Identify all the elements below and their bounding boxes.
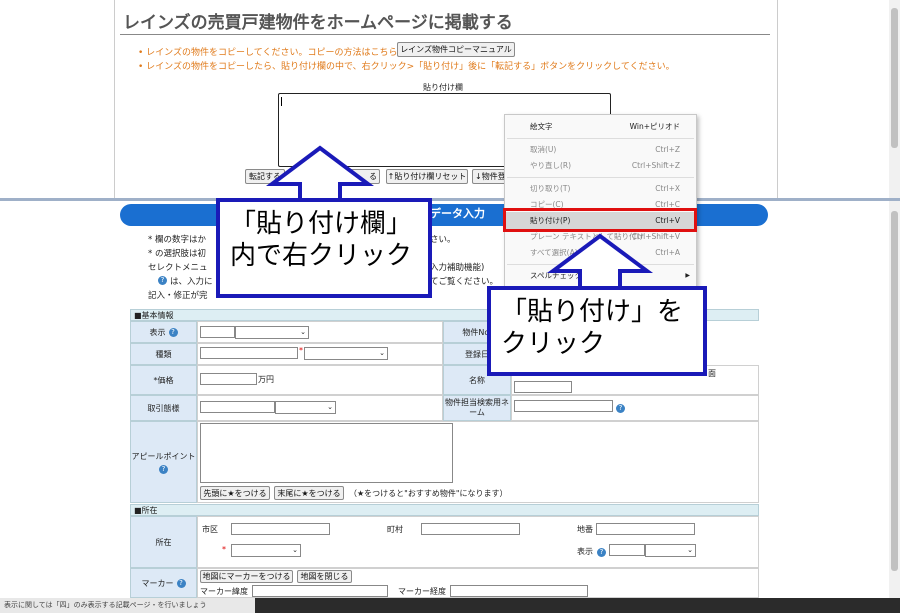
callout-paste-click: 「貼り付け」を クリック bbox=[487, 286, 707, 376]
arrow-up-right-icon bbox=[546, 233, 654, 292]
callout-right-click-line1: 「貼り付け欄」 bbox=[230, 209, 413, 239]
callout-paste-line1: 「貼り付け」を bbox=[501, 297, 684, 327]
callout-right-click: 「貼り付け欄」 内で右クリック bbox=[216, 198, 432, 298]
callout-right-click-line2: 内で右クリック bbox=[230, 241, 413, 271]
arrow-up-left-icon bbox=[266, 145, 374, 202]
callout-paste-line2: クリック bbox=[501, 329, 606, 359]
callout-arrows bbox=[266, 145, 654, 292]
